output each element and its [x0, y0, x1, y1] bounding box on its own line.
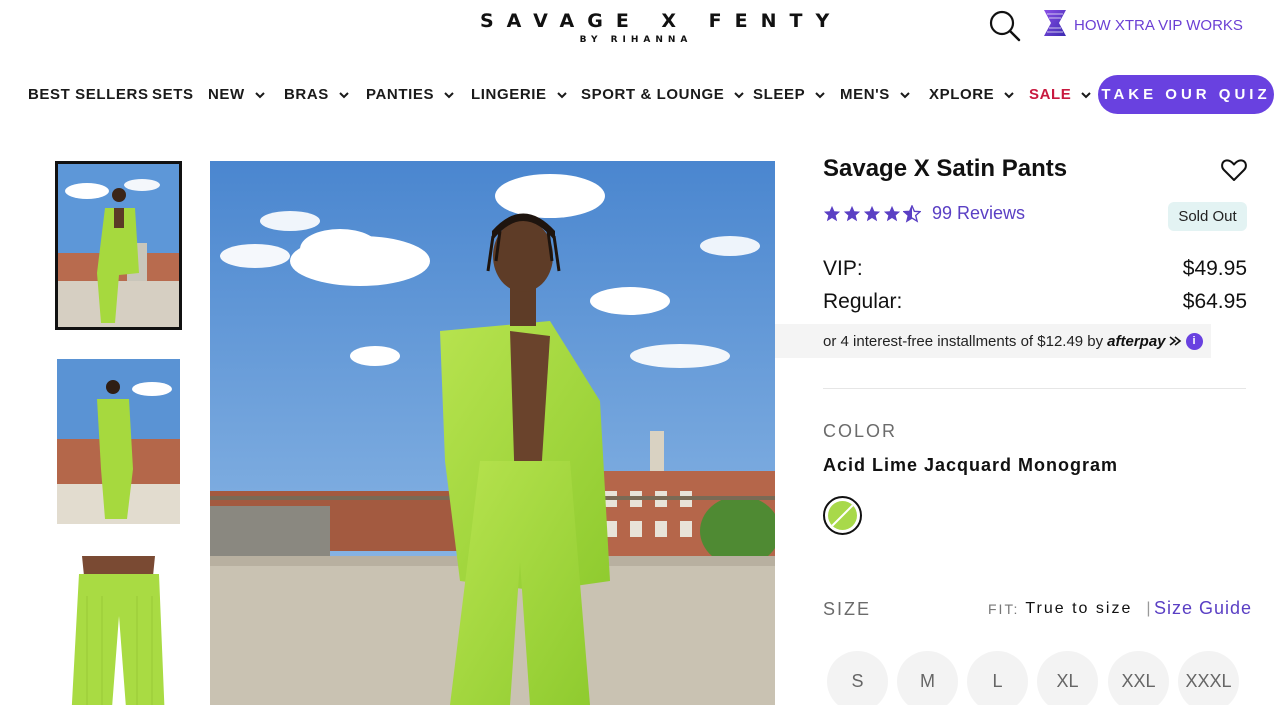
thumbnail-closeup-view[interactable] [57, 556, 180, 705]
info-icon[interactable]: i [1185, 332, 1203, 350]
regular-price-label: Regular: [823, 290, 903, 313]
fit-separator: | [1146, 600, 1153, 617]
vip-info-link[interactable]: HOW XTRA VIP WORKS [1042, 9, 1243, 42]
nav-item-panties[interactable]: PANTIES [366, 86, 455, 103]
nav-item-sleep[interactable]: SLEEP [753, 86, 826, 103]
chevron-down-icon [900, 91, 910, 98]
nav-item-lingerie[interactable]: LINGERIE [471, 86, 568, 103]
chevron-down-icon [255, 91, 265, 98]
afterpay-banner: or 4 interest-free installments of $12.4… [775, 324, 1211, 358]
chevron-down-icon [556, 91, 567, 98]
vip-price-value: $49.95 [1182, 257, 1247, 280]
star-filled-icon [823, 205, 841, 221]
size-option-xl[interactable]: XL [1037, 651, 1098, 705]
star-filled-icon [843, 205, 861, 221]
nav-item-label: NEW [208, 86, 245, 103]
nav-item-new[interactable]: NEW [208, 86, 266, 103]
star-half-icon [903, 204, 921, 223]
vip-price-row: VIP: $49.95 [823, 257, 1247, 281]
nav-item-label: SPORT & LOUNGE [581, 86, 725, 103]
fit-label: FIT: [988, 601, 1020, 617]
nav-item-sets[interactable]: SETS [152, 86, 194, 103]
nav-item-label: BEST SELLERS [28, 86, 149, 103]
selected-color-name: Acid Lime Jacquard Monogram [823, 455, 1119, 475]
size-option-s[interactable]: S [827, 651, 888, 705]
swatch-fill [828, 501, 857, 530]
nav-item-xplore[interactable]: XPLORE [929, 86, 1015, 103]
size-option-xxxl[interactable]: XXXL [1178, 651, 1239, 705]
star-filled-icon [883, 205, 901, 221]
size-heading: SIZE [823, 599, 872, 619]
size-guide-link[interactable]: Size Guide [1154, 598, 1252, 619]
nav-item-label: MEN'S [840, 86, 890, 103]
nav-item-label: SALE [1029, 86, 1072, 103]
product-main-image[interactable] [210, 161, 775, 705]
nav-item-label: BRAS [284, 86, 329, 103]
nav-item-label: LINGERIE [471, 86, 547, 103]
star-filled-icon [863, 205, 881, 221]
nav-item-bras[interactable]: BRAS [284, 86, 350, 103]
fit-info: FIT: True to size | [988, 600, 1165, 618]
color-swatch-acid-lime[interactable] [823, 496, 862, 535]
nav-item-best-sellers[interactable]: BEST SELLERS [28, 86, 149, 103]
nav-item-sport-lounge[interactable]: SPORT & LOUNGE [581, 86, 745, 103]
brand-logo[interactable]: SAVAGE X FENTY BY RIHANNA [480, 10, 843, 45]
chevron-down-icon [815, 91, 825, 98]
regular-price-row: Regular: $64.95 [823, 290, 1247, 314]
rating: 99 Reviews [823, 203, 1025, 224]
search-icon[interactable] [988, 9, 1022, 43]
afterpay-text: or 4 interest-free installments of $12.4… [823, 332, 1104, 350]
chevron-down-icon [444, 91, 454, 98]
thumbnail-back-view[interactable] [57, 359, 180, 524]
main-navigation: BEST SELLERS SETS NEW BRAS PANTIES LINGE… [0, 75, 1280, 115]
reviews-link[interactable]: 99 Reviews [932, 203, 1025, 224]
nav-item-mens[interactable]: MEN'S [840, 86, 911, 103]
nav-item-sale[interactable]: SALE [1029, 86, 1092, 103]
size-option-xxl[interactable]: XXL [1108, 651, 1169, 705]
logo-wordmark: SAVAGE X FENTY [480, 10, 843, 32]
vip-link-label: HOW XTRA VIP WORKS [1074, 16, 1243, 34]
afterpay-loop-icon [1169, 336, 1181, 346]
size-option-l[interactable]: L [967, 651, 1028, 705]
chevron-down-icon [339, 91, 349, 98]
afterpay-logo: afterpay [1107, 332, 1166, 350]
chevron-down-icon [1081, 91, 1092, 98]
fit-value: True to size [1025, 600, 1133, 617]
heart-icon[interactable] [1220, 156, 1248, 184]
take-quiz-button[interactable]: TAKE OUR QUIZ [1098, 75, 1274, 114]
chevron-down-icon [1004, 91, 1014, 98]
nav-item-label: SETS [152, 86, 194, 103]
chevron-down-icon [734, 91, 745, 98]
divider [823, 388, 1246, 389]
thumbnail-front-view[interactable] [55, 161, 182, 330]
vip-x-logo-icon [1042, 9, 1068, 42]
vip-price-label: VIP: [823, 257, 863, 280]
nav-item-label: PANTIES [366, 86, 435, 103]
product-title: Savage X Satin Pants [823, 155, 1068, 182]
nav-item-label: SLEEP [753, 86, 806, 103]
regular-price-value: $64.95 [1182, 290, 1247, 313]
size-option-m[interactable]: M [897, 651, 958, 705]
nav-item-label: XPLORE [929, 86, 995, 103]
logo-tagline: BY RIHANNA [579, 35, 693, 45]
color-heading: COLOR [823, 421, 898, 441]
status-badge: Sold Out [1168, 202, 1247, 231]
